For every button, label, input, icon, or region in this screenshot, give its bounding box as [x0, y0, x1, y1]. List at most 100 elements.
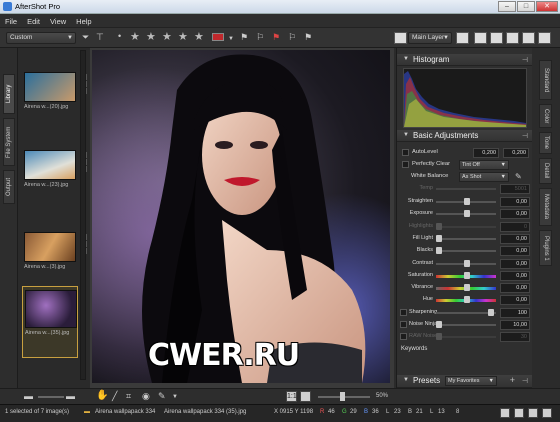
tab-detail[interactable]: Detail: [539, 158, 552, 184]
perfectly-clear-checkbox[interactable]: [402, 161, 409, 168]
slider-knob[interactable]: [436, 333, 442, 341]
slider-knob[interactable]: [464, 271, 470, 279]
temp-field[interactable]: 5001: [500, 184, 530, 194]
menu-view[interactable]: View: [45, 14, 71, 27]
slider-knob[interactable]: [436, 321, 442, 328]
slider-knob[interactable]: [436, 234, 442, 242]
slider-knob[interactable]: [436, 222, 442, 230]
slider-value-field[interactable]: 0,00: [500, 270, 530, 281]
flag-clear-icon[interactable]: ⚑: [304, 32, 312, 42]
zoom-knob[interactable]: [340, 392, 345, 401]
reject-dot-icon[interactable]: •: [118, 31, 121, 41]
slider-checkbox[interactable]: [400, 321, 407, 328]
slider-value-field[interactable]: 0,00: [500, 197, 530, 207]
autolevel-low-field[interactable]: 0,200: [473, 148, 499, 158]
slider-value-field[interactable]: 0,00: [500, 233, 530, 244]
slider-value-field[interactable]: 10,00: [500, 320, 530, 330]
slider-value-field[interactable]: 30: [500, 332, 530, 343]
preset-dropdown[interactable]: Custom ▼: [6, 32, 76, 44]
flag-group-icon[interactable]: ⚐: [288, 32, 296, 42]
thumb-size-slider[interactable]: [38, 396, 64, 398]
eyedropper-icon[interactable]: ✎: [515, 172, 522, 182]
photo-canvas[interactable]: CWER.RU: [92, 50, 390, 383]
pin-icon[interactable]: ⊣: [522, 56, 528, 64]
view-grid-icon[interactable]: [474, 32, 487, 44]
fit-button[interactable]: [300, 391, 311, 402]
tab-file-system[interactable]: File System: [3, 118, 15, 166]
close-button[interactable]: ✕: [536, 1, 558, 12]
tab-color[interactable]: Color: [539, 104, 552, 128]
tab-tone[interactable]: Tone: [539, 132, 552, 154]
slider-value-field[interactable]: 0,00: [500, 246, 530, 257]
add-preset-icon[interactable]: +: [510, 375, 515, 385]
slider-track[interactable]: [436, 250, 496, 253]
slider-knob[interactable]: [464, 284, 470, 292]
slider-knob[interactable]: [436, 247, 442, 255]
thumbnail-scrollbar[interactable]: [80, 50, 86, 380]
fullscreen-icon[interactable]: [538, 32, 551, 44]
status-icon-2[interactable]: [514, 408, 524, 418]
tint-dropdown[interactable]: Tint Off ▼: [459, 160, 509, 170]
slider-checkbox[interactable]: [400, 333, 407, 341]
star-3-icon[interactable]: ★: [162, 32, 172, 43]
straighten-tool-icon[interactable]: ╱: [112, 391, 117, 401]
flag-pick-icon[interactable]: ⚐: [256, 32, 264, 42]
color-label-arrow-icon[interactable]: ▼: [228, 34, 234, 44]
thumb-size-large-icon[interactable]: ▬: [66, 391, 75, 401]
thumb-size-small-icon[interactable]: ▬: [24, 391, 33, 401]
tab-metadata[interactable]: Metadata: [539, 188, 552, 226]
slider-checkbox[interactable]: [400, 308, 407, 316]
brush-tool-icon[interactable]: ✎: [158, 391, 166, 401]
menu-help[interactable]: Help: [71, 14, 96, 27]
collapse-icon[interactable]: ▼: [403, 56, 409, 62]
color-label-swatch[interactable]: [212, 33, 224, 41]
menu-edit[interactable]: Edit: [22, 14, 45, 27]
view-single-icon[interactable]: [456, 32, 469, 44]
thumbnail-item[interactable]: Airena w...(20).jpg: [22, 72, 87, 110]
slider-track[interactable]: [436, 225, 496, 228]
pin-icon[interactable]: ⊣: [522, 377, 528, 385]
flag-icon[interactable]: ⚑: [240, 32, 248, 42]
slider-knob[interactable]: [464, 198, 470, 205]
histogram-header[interactable]: ▼ Histogram ⊣: [397, 54, 533, 66]
brush-menu-arrow-icon[interactable]: ▼: [172, 392, 178, 402]
slider-knob[interactable]: [464, 259, 470, 267]
hand-tool-icon[interactable]: ✋: [96, 391, 108, 401]
view-filmstrip-icon[interactable]: [506, 32, 519, 44]
slider-value-field[interactable]: 0,00: [500, 283, 530, 294]
slider-knob[interactable]: [487, 308, 494, 316]
temp-slider[interactable]: [436, 188, 496, 190]
star-5-icon[interactable]: ★: [194, 32, 204, 43]
filter-icon[interactable]: ⏷: [82, 32, 89, 42]
presets-dropdown[interactable]: My Favorites ▼: [445, 376, 497, 386]
presets-header[interactable]: ▼ Presets My Favorites ▼ + ⊣: [397, 375, 533, 388]
slider-knob[interactable]: [464, 296, 470, 304]
autolevel-checkbox[interactable]: [402, 149, 409, 156]
pin-icon[interactable]: ⊣: [522, 132, 528, 140]
thumbnail-item[interactable]: Airena w...(3).jpg: [22, 232, 87, 270]
slider-value-field[interactable]: 100: [500, 307, 530, 318]
star-2-icon[interactable]: ★: [146, 32, 156, 43]
tab-plugins[interactable]: Plugins 1: [539, 230, 552, 266]
view-compare-icon[interactable]: [490, 32, 503, 44]
slider-value-field[interactable]: 0: [500, 221, 530, 232]
star-1-icon[interactable]: ★: [130, 32, 140, 43]
layers-icon[interactable]: [394, 32, 407, 44]
tab-standard[interactable]: Standard: [539, 60, 552, 100]
slider-value-field[interactable]: 0,00: [500, 209, 530, 220]
minimize-button[interactable]: –: [498, 1, 516, 12]
flag-reject-icon[interactable]: ⚑: [272, 32, 280, 42]
tab-library[interactable]: Library: [3, 74, 15, 114]
redeye-tool-icon[interactable]: ◉: [142, 391, 150, 401]
pin-icon[interactable]: ⊤: [96, 32, 104, 42]
basic-adjustments-header[interactable]: ▼ Basic Adjustments ⊣: [397, 130, 533, 142]
thumbnail-item[interactable]: Airena w...(23).jpg: [22, 150, 87, 188]
collapse-icon[interactable]: ▼: [403, 132, 409, 138]
slider-track[interactable]: [436, 336, 496, 339]
zoom-icon[interactable]: [522, 32, 535, 44]
slider-track[interactable]: [436, 237, 496, 240]
star-4-icon[interactable]: ★: [178, 32, 188, 43]
autolevel-high-field[interactable]: 0,200: [503, 148, 529, 158]
maximize-button[interactable]: □: [517, 1, 535, 12]
thumbnail-item-selected[interactable]: Airena w...(35).jpg: [22, 286, 86, 358]
